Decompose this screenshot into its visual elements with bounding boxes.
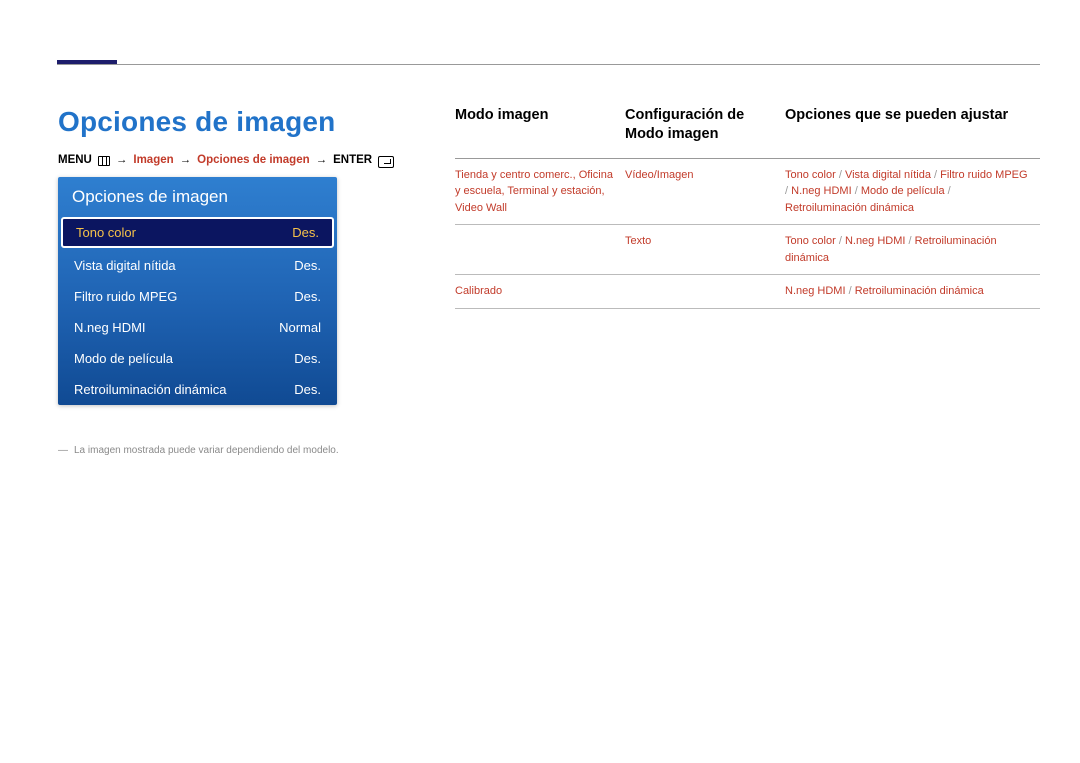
osd-item[interactable]: Modo de película Des. [58, 343, 337, 374]
table-value: Vista digital nítida [845, 169, 931, 181]
table-value: Texto [625, 235, 651, 247]
table-value: Tono color [785, 235, 836, 247]
osd-item-value: Normal [279, 320, 321, 335]
separator: / [931, 169, 940, 181]
osd-item-value: Des. [292, 225, 319, 240]
separator: / [905, 235, 914, 247]
breadcrumb-enter: ENTER [333, 154, 372, 166]
table-value: N.neg HDMI [791, 185, 852, 197]
table-value: Vídeo/Imagen [625, 169, 694, 181]
osd-item[interactable]: Tono color Des. [61, 217, 334, 248]
table-cell: Tienda y centro comerc., Oficina y escue… [455, 159, 625, 226]
page: Opciones de imagen MENU → Imagen → Opcio… [0, 0, 1080, 763]
breadcrumb-menu: MENU [58, 154, 92, 166]
footnote-mark: ― [58, 445, 68, 456]
footnote-text: La imagen mostrada puede variar dependie… [74, 445, 339, 456]
menu-icon [98, 156, 110, 166]
separator: / [836, 235, 845, 247]
enter-icon [378, 156, 394, 168]
separator: / [846, 285, 855, 297]
breadcrumb-seg-2: Opciones de imagen [197, 154, 309, 166]
table-cell: Vídeo/Imagen [625, 159, 785, 226]
osd-item[interactable]: Filtro ruido MPEG Des. [58, 281, 337, 312]
table-cell [625, 275, 785, 309]
osd-panel: Opciones de imagen Tono colorDes.Vista d… [58, 177, 337, 405]
osd-item[interactable]: Retroiluminación dinámica Des. [58, 374, 337, 405]
table-header-col2: Configuración de Modo imagen [625, 64, 785, 159]
table-cell [455, 225, 625, 275]
osd-item-value: Des. [294, 258, 321, 273]
osd-item-label: Filtro ruido MPEG [74, 289, 177, 304]
table-value: N.neg HDMI [845, 235, 906, 247]
table-value: N.neg HDMI [785, 285, 846, 297]
arrow-icon: → [316, 154, 328, 166]
table-header-row: Modo imagen Configuración de Modo imagen… [455, 64, 1040, 159]
table-cell: N.neg HDMI / Retroiluminación dinámica [785, 275, 1040, 309]
table-header-col3: Opciones que se pueden ajustar [785, 64, 1040, 159]
separator: / [945, 185, 951, 197]
osd-item-label: Retroiluminación dinámica [74, 382, 226, 397]
breadcrumb: MENU → Imagen → Opciones de imagen → ENT… [58, 154, 394, 166]
table-value: Tono color [785, 169, 836, 181]
osd-item-label: Vista digital nítida [74, 258, 176, 273]
table-cell: Tono color / N.neg HDMI / Retroiluminaci… [785, 225, 1040, 275]
arrow-icon: → [180, 154, 192, 166]
table-value: Modo de película [861, 185, 945, 197]
osd-item-value: Des. [294, 382, 321, 397]
table-cell: Tono color / Vista digital nítida / Filt… [785, 159, 1040, 226]
osd-title: Opciones de imagen [58, 177, 337, 217]
page-title: Opciones de imagen [58, 106, 335, 138]
table-value: Retroiluminación dinámica [855, 285, 984, 297]
table-cell: Calibrado [455, 275, 625, 309]
osd-item-label: Tono color [76, 225, 136, 240]
table-cell: Texto [625, 225, 785, 275]
table-body: Tienda y centro comerc., Oficina y escue… [455, 159, 1040, 309]
table-value: Retroiluminación dinámica [785, 202, 914, 214]
separator: / [852, 185, 861, 197]
options-table: Modo imagen Configuración de Modo imagen… [455, 64, 1040, 309]
osd-item[interactable]: N.neg HDMI Normal [58, 312, 337, 343]
osd-item-label: Modo de película [74, 351, 173, 366]
separator: / [836, 169, 845, 181]
arrow-icon: → [116, 154, 128, 166]
breadcrumb-seg-1: Imagen [133, 154, 173, 166]
osd-list: Tono colorDes.Vista digital nítidaDes.Fi… [58, 217, 337, 405]
osd-item-value: Des. [294, 351, 321, 366]
table-value: Filtro ruido MPEG [940, 169, 1027, 181]
table-header-col1: Modo imagen [455, 64, 625, 159]
osd-item-label: N.neg HDMI [74, 320, 146, 335]
osd-item[interactable]: Vista digital nítida Des. [58, 250, 337, 281]
footnote: ― La imagen mostrada puede variar depend… [58, 445, 339, 456]
osd-item-value: Des. [294, 289, 321, 304]
